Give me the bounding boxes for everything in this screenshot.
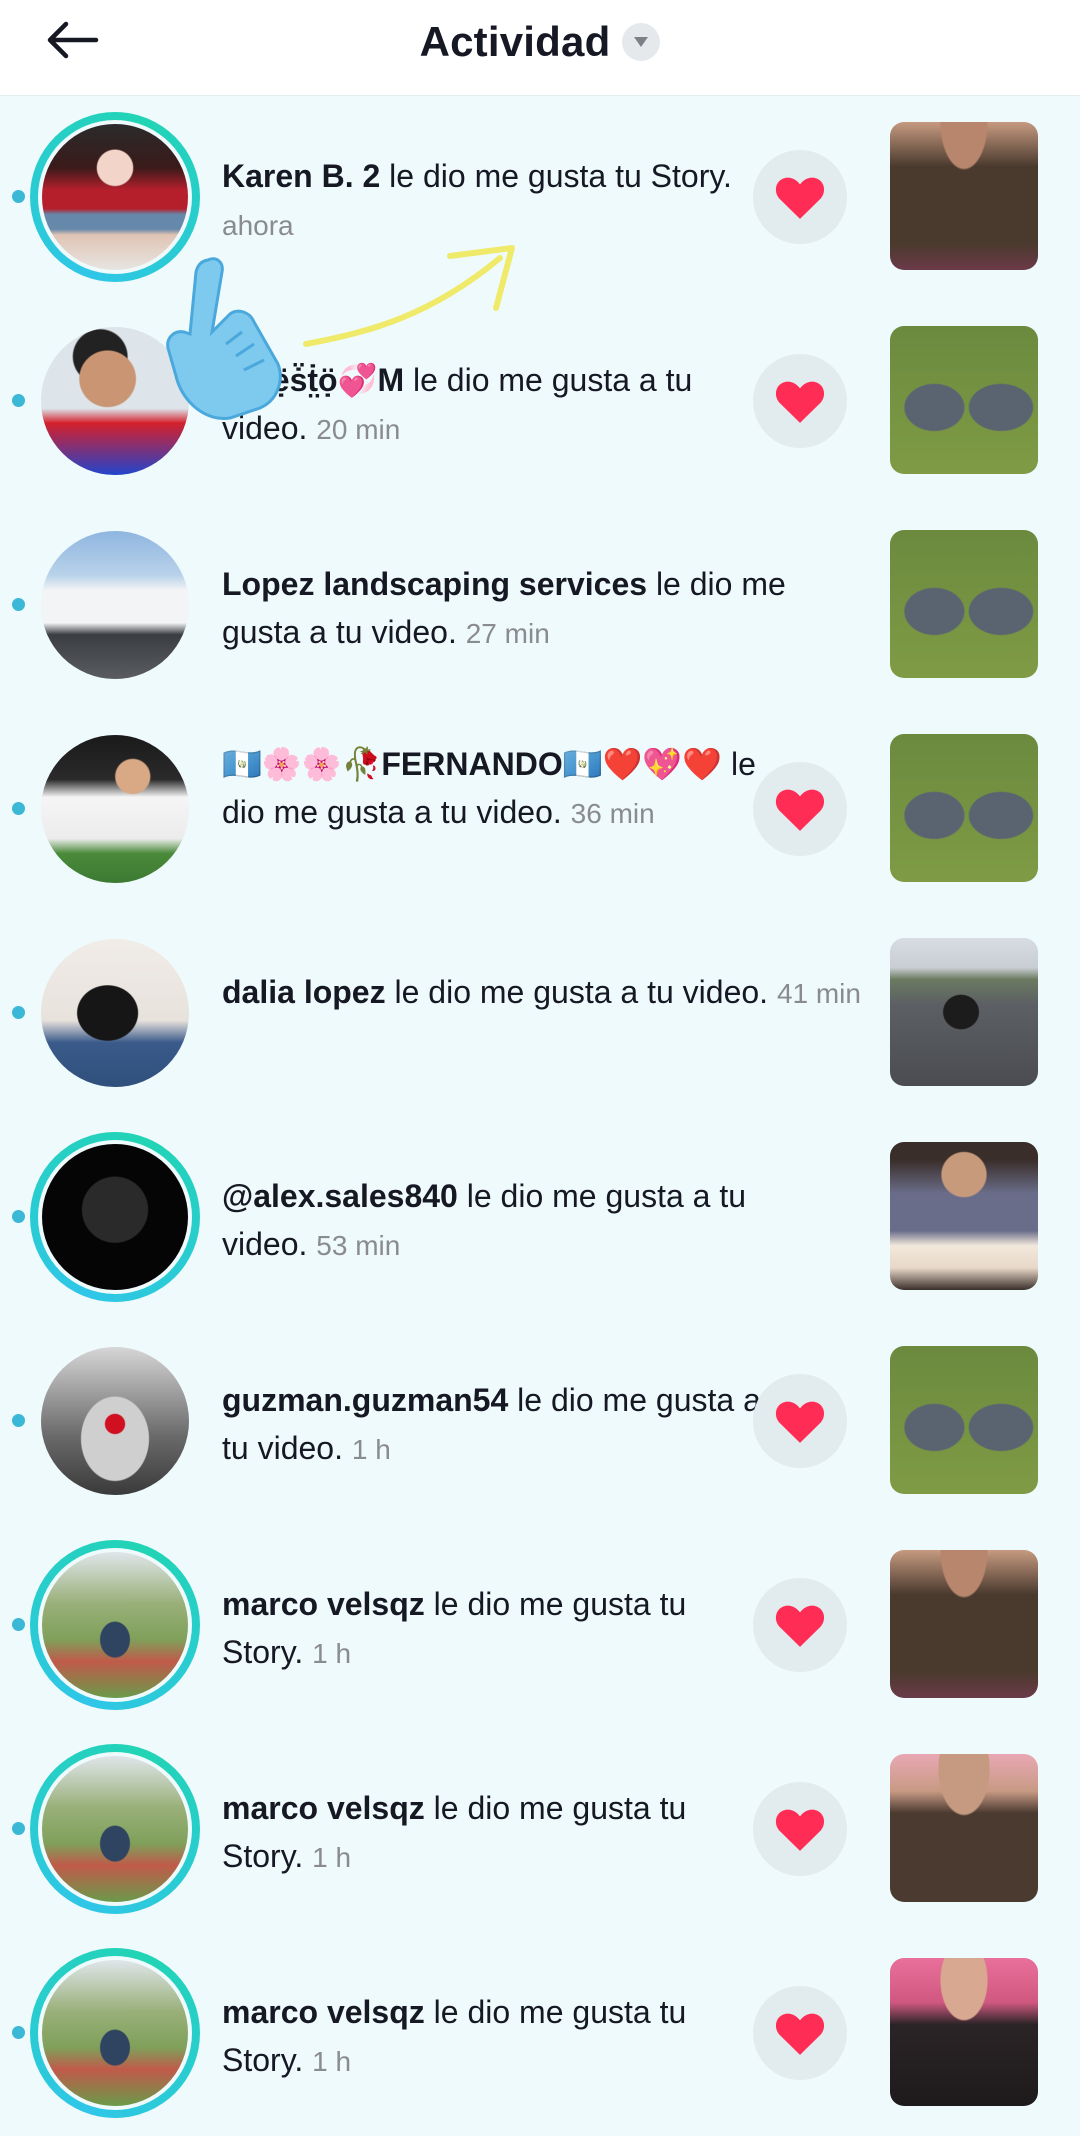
username[interactable]: 🇬🇹🌸🌸🥀FERNANDO🇬🇹❤️💖❤️	[222, 746, 722, 782]
activity-text: marco velsqz le dio me gusta tu Story. 1…	[222, 1988, 762, 2086]
like-back-button[interactable]	[753, 1986, 847, 2080]
avatar[interactable]	[30, 1336, 200, 1506]
unread-dot	[12, 394, 25, 407]
heart-icon	[775, 381, 825, 423]
list-item[interactable]: dalia lopez le dio me gusta a tu video. …	[0, 912, 1080, 1116]
post-thumbnail[interactable]	[890, 326, 1038, 474]
arrow-doodle-icon	[303, 245, 515, 347]
activity-text: ẹ̈ṛṇẹ̈ṡ̈ṫ̤ọ̈💞M le dio me gusta a tu vide…	[222, 356, 762, 454]
unread-dot	[12, 598, 25, 611]
unread-dot	[12, 1822, 25, 1835]
post-thumbnail[interactable]	[890, 734, 1038, 882]
post-thumbnail[interactable]	[890, 1550, 1038, 1698]
heart-icon	[775, 1605, 825, 1647]
username[interactable]: marco velsqz	[222, 1994, 425, 2030]
activity-text: marco velsqz le dio me gusta tu Story. 1…	[222, 1580, 762, 1678]
post-thumbnail[interactable]	[890, 1958, 1038, 2106]
list-item[interactable]: marco velsqz le dio me gusta tu Story. 1…	[0, 1728, 1080, 1932]
post-thumbnail[interactable]	[890, 1142, 1038, 1290]
action-text: le dio me gusta tu Story.	[380, 158, 732, 194]
unread-dot	[12, 802, 25, 815]
list-item[interactable]: marco velsqz le dio me gusta tu Story. 1…	[0, 1932, 1080, 2136]
avatar[interactable]	[30, 520, 200, 690]
username[interactable]: dalia lopez	[222, 974, 386, 1010]
avatar[interactable]	[30, 928, 200, 1098]
heart-icon	[775, 1809, 825, 1851]
post-thumbnail[interactable]	[890, 122, 1038, 270]
activity-text: guzman.guzman54 le dio me gusta a tu vid…	[222, 1376, 762, 1474]
username[interactable]: Lopez landscaping services	[222, 566, 647, 602]
timestamp: 1 h	[312, 1638, 352, 1669]
avatar[interactable]	[30, 1948, 200, 2118]
header-bar: Actividad	[0, 0, 1080, 96]
username[interactable]: marco velsqz	[222, 1586, 425, 1622]
timestamp: ahora	[222, 210, 294, 241]
unread-dot	[12, 1414, 25, 1427]
timestamp: 1 h	[312, 2046, 352, 2077]
unread-dot	[12, 1210, 25, 1223]
username[interactable]: guzman.guzman54	[222, 1382, 508, 1418]
post-thumbnail[interactable]	[890, 938, 1038, 1086]
timestamp: 41 min	[776, 978, 861, 1009]
heart-icon	[775, 789, 825, 831]
like-back-button[interactable]	[753, 150, 847, 244]
timestamp: 27 min	[465, 618, 550, 649]
activity-text: Lopez landscaping services le dio me gus…	[222, 560, 862, 658]
page-title: Actividad	[419, 18, 611, 65]
title-dropdown[interactable]: Actividad	[0, 14, 1080, 70]
heart-icon	[775, 2013, 825, 2055]
action-text: le dio me gusta a tu video.	[385, 974, 769, 1010]
timestamp: 53 min	[316, 1230, 401, 1261]
like-back-button[interactable]	[753, 354, 847, 448]
list-item[interactable]: marco velsqz le dio me gusta tu Story. 1…	[0, 1524, 1080, 1728]
pointing-hand-icon	[166, 257, 282, 420]
like-back-button[interactable]	[753, 762, 847, 856]
post-thumbnail[interactable]	[890, 1754, 1038, 1902]
list-item[interactable]: @alex.sales840 le dio me gusta a tu vide…	[0, 1116, 1080, 1320]
activity-text: dalia lopez le dio me gusta a tu video. …	[222, 968, 862, 1018]
unread-dot	[12, 190, 25, 203]
unread-dot	[12, 2026, 25, 2039]
timestamp: 20 min	[316, 414, 401, 445]
unread-dot	[12, 1006, 25, 1019]
avatar[interactable]	[30, 1132, 200, 1302]
activity-text: 🇬🇹🌸🌸🥀FERNANDO🇬🇹❤️💖❤️ le dio me gusta a t…	[222, 740, 762, 838]
timestamp: 1 h	[351, 1434, 391, 1465]
avatar[interactable]	[30, 724, 200, 894]
heart-icon	[775, 177, 825, 219]
avatar[interactable]	[30, 1540, 200, 1710]
like-back-button[interactable]	[753, 1782, 847, 1876]
username[interactable]: Karen B. 2	[222, 158, 380, 194]
username[interactable]: @alex.sales840	[222, 1178, 458, 1214]
activity-text: marco velsqz le dio me gusta tu Story. 1…	[222, 1784, 762, 1882]
heart-icon	[775, 1401, 825, 1443]
post-thumbnail[interactable]	[890, 1346, 1038, 1494]
timestamp: 36 min	[570, 798, 655, 829]
list-item[interactable]: guzman.guzman54 le dio me gusta a tu vid…	[0, 1320, 1080, 1524]
post-thumbnail[interactable]	[890, 530, 1038, 678]
like-back-button[interactable]	[753, 1578, 847, 1672]
caret-down-icon[interactable]	[622, 23, 661, 61]
username[interactable]: marco velsqz	[222, 1790, 425, 1826]
activity-text: @alex.sales840 le dio me gusta a tu vide…	[222, 1172, 762, 1270]
list-item[interactable]: Lopez landscaping services le dio me gus…	[0, 504, 1080, 708]
timestamp: 1 h	[312, 1842, 352, 1873]
unread-dot	[12, 1618, 25, 1631]
avatar[interactable]	[30, 1744, 200, 1914]
list-item[interactable]: 🇬🇹🌸🌸🥀FERNANDO🇬🇹❤️💖❤️ le dio me gusta a t…	[0, 708, 1080, 912]
like-back-button[interactable]	[753, 1374, 847, 1468]
